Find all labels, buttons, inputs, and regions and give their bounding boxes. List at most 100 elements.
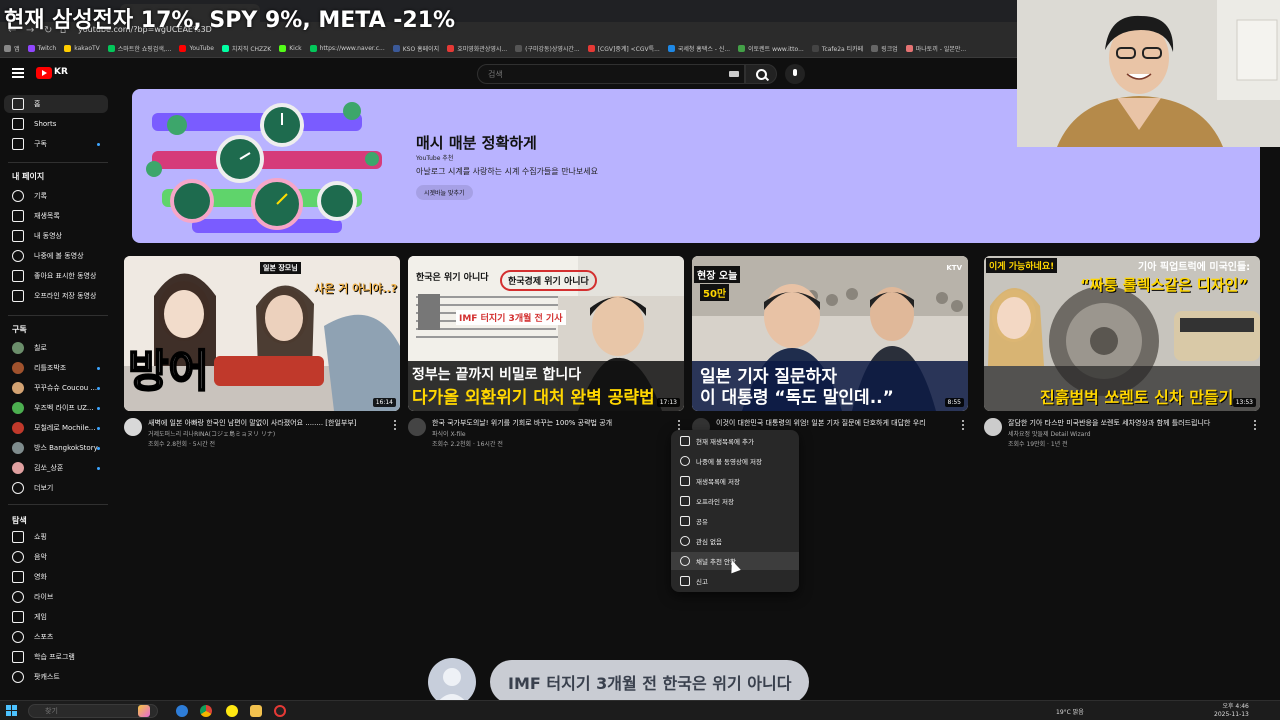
channel-avatar[interactable] <box>408 418 426 436</box>
watches-illustration <box>146 102 382 233</box>
video-title[interactable]: 한국 국가부도의날! 위기를 기회로 바꾸는 100% 공략법 공개 <box>432 418 672 428</box>
video-title[interactable]: 잘담한 기아 타스만 미국반응을 쏘렌토 세차영상과 함께 틀러드립니다 <box>1008 418 1248 428</box>
chrome-icon[interactable] <box>200 705 212 717</box>
sidebar-subscription[interactable]: 모칠레로 Mochile... <box>4 419 108 437</box>
banner-title: 매시 매분 정확하게 <box>416 134 537 152</box>
sidebar-item[interactable]: 오프라인 저장 동영상 <box>4 287 108 305</box>
voice-search-button[interactable] <box>785 64 805 84</box>
bookmark-item[interactable]: 링크업 <box>871 44 898 53</box>
sidebar-item[interactable]: 쇼핑 <box>4 528 108 546</box>
sidebar-section-mypage[interactable]: 내 페이지 <box>12 171 44 182</box>
more-icon[interactable] <box>960 419 966 430</box>
menu-item[interactable]: 오프라인 저장 <box>671 492 799 510</box>
sidebar-item[interactable]: 팟캐스트 <box>4 668 108 686</box>
sidebar-item[interactable]: 내 동영상 <box>4 227 108 245</box>
sidebar-item[interactable]: 나중에 볼 동영상 <box>4 247 108 265</box>
bookmark-item[interactable]: 국세청 홈택스 - 신... <box>667 44 730 53</box>
menu-item[interactable]: 재생목록에 저장 <box>671 472 799 490</box>
bookmark-item[interactable]: 이토렌트 www.itto... <box>738 44 804 53</box>
file-explorer-icon[interactable] <box>250 705 262 717</box>
bookmark-item[interactable]: Twitch <box>27 45 56 52</box>
bookmark-item[interactable]: https://www.naver.c... <box>309 45 385 52</box>
menu-item[interactable]: 신고 <box>671 572 799 590</box>
bookmark-item[interactable]: YouTube <box>179 45 214 52</box>
youtube-logo-icon[interactable] <box>36 67 52 79</box>
sidebar-item[interactable]: Shorts <box>4 115 108 133</box>
sidebar-section-subscriptions[interactable]: 구독 <box>12 324 27 335</box>
sidebar-subscription[interactable]: 칠로 <box>4 339 108 357</box>
sidebar-item-label: 스포츠 <box>34 633 54 641</box>
thumb-tag: 일본 장모님 <box>260 262 301 274</box>
bookmark-item[interactable]: 앱 <box>4 44 20 53</box>
sidebar-item[interactable]: 구독 <box>4 135 108 153</box>
menu-item-label: 오프라인 저장 <box>696 498 734 506</box>
channel-avatar[interactable] <box>984 418 1002 436</box>
sidebar-subscription[interactable]: 우즈벡 라이프 UZ... <box>4 399 108 417</box>
keyboard-icon[interactable] <box>729 71 739 77</box>
podcast-icon <box>12 671 24 683</box>
bookmark-item[interactable]: KSO 홈페이지 <box>392 44 439 53</box>
menu-icon[interactable] <box>12 68 24 78</box>
sidebar-item[interactable]: 재생목록 <box>4 207 108 225</box>
video-channel[interactable]: 거제도퍼느리 리나RINA(コジェ島ミョヌリ リナ) <box>148 429 275 438</box>
sidebar-item[interactable]: 학습 프로그램 <box>4 648 108 666</box>
channel-avatar[interactable] <box>124 418 142 436</box>
search-input[interactable] <box>477 64 745 84</box>
shopping-icon <box>12 531 24 543</box>
video-thumbnail[interactable]: 현장 오늘 50만 KTV 일본 기자 질문하자 이 대통령 “독도 말인데..… <box>692 256 968 411</box>
sidebar-item[interactable]: 좋아요 표시한 동영상 <box>4 267 108 285</box>
more-icon[interactable] <box>392 419 398 430</box>
bookmark-item[interactable]: Kick <box>279 45 302 52</box>
video-title[interactable]: 새벽에 일본 아빠랑 한국인 남편이 말없이 사라졌어요 ........ [한… <box>148 418 388 428</box>
video-channel[interactable]: 세차요정 맛들제 Detail Wizard <box>1008 429 1091 438</box>
music-icon <box>12 551 24 563</box>
bookmark-item[interactable]: Tcafe2a 티카페 <box>811 44 863 53</box>
bookmark-label: (구미강동)상영시간... <box>525 46 580 53</box>
video-thumbnail[interactable]: 이게 가능하네요! 기아 픽업트럭에 미국인들: “짜퉁 롤렉스같은 디자인” … <box>984 256 1260 411</box>
sidebar-item[interactable]: 음악 <box>4 548 108 566</box>
thumb-corner: KTV <box>946 264 962 272</box>
bookmark-item[interactable]: [CGV]중계] <CGV특... <box>587 44 660 53</box>
video-thumbnail[interactable]: 일본 장모님 사온 거 아니야..? 방어 16:14 <box>124 256 400 411</box>
video-title[interactable]: 이것이 대한민국 대통령의 위엄! 일본 기자 질문에 단호하게 대답한 우리 <box>716 418 956 428</box>
search-button[interactable] <box>745 64 777 84</box>
channel-avatar-icon <box>12 342 24 354</box>
more-icon[interactable] <box>1252 419 1258 430</box>
windows-start-icon[interactable] <box>6 705 18 717</box>
sidebar-item[interactable]: 영화 <box>4 568 108 586</box>
sidebar-item-label: 홈 <box>34 100 41 108</box>
copilot-icon[interactable] <box>138 705 150 717</box>
sidebar-subscription[interactable]: 리틀조박조 <box>4 359 108 377</box>
edge-icon[interactable] <box>176 705 188 717</box>
video-thumbnail[interactable]: 한국은 위기 아니다 한국경제 위기 아니다 IMF 터지기 3개월 전 기사 … <box>408 256 684 411</box>
sidebar-more[interactable]: 더보기 <box>4 479 108 497</box>
bookmark-item[interactable]: 스마트한 쇼핑검색,... <box>107 44 171 53</box>
sidebar-subscription[interactable]: 김쏘_상훈 <box>4 459 108 477</box>
sidebar-item[interactable]: 기록 <box>4 187 108 205</box>
thumb-paper-1: 한국은 위기 아니다 <box>416 273 489 283</box>
menu-item[interactable]: 나중에 볼 동영상에 저장 <box>671 452 799 470</box>
bookmark-item[interactable]: 마나토끼 - 일본만... <box>905 44 966 53</box>
recorder-icon[interactable] <box>274 705 286 717</box>
bookmark-item[interactable]: 치지직 CHZZK <box>221 44 271 53</box>
sidebar-subscription[interactable]: 방스 BangkokStory <box>4 439 108 457</box>
bookmark-item[interactable]: (구미강동)상영시간... <box>515 44 580 53</box>
bookmark-item[interactable]: 호미영화관상영시... <box>447 44 507 53</box>
banner-button[interactable]: 시곗바늘 맞추기 <box>416 185 473 200</box>
sidebar-item[interactable]: 스포츠 <box>4 628 108 646</box>
sidebar-item[interactable]: 게임 <box>4 608 108 626</box>
menu-item[interactable]: 현재 재생목록에 추가 <box>671 432 799 450</box>
menu-item[interactable]: 공유 <box>671 512 799 530</box>
sidebar-item-label: 학습 프로그램 <box>34 653 75 661</box>
tray-weather[interactable]: 19°C 맑음 <box>1056 707 1084 716</box>
menu-item[interactable]: 관심 없음 <box>671 532 799 550</box>
bookmark-item[interactable]: kakaoTV <box>64 45 100 52</box>
sidebar-section-explore[interactable]: 탐색 <box>12 515 27 526</box>
sidebar-subscription[interactable]: 꾸꾸슈슈 Coucou ... <box>4 379 108 397</box>
kakaotalk-icon[interactable] <box>226 705 238 717</box>
sidebar-item[interactable]: 라이브 <box>4 588 108 606</box>
video-channel[interactable]: 파식이 X-file <box>432 429 466 438</box>
tray-clock[interactable]: 오후 4:46 2025-11-13 <box>1214 703 1249 719</box>
more-icon[interactable] <box>676 419 682 430</box>
sidebar-item[interactable]: 홈 <box>4 95 108 113</box>
